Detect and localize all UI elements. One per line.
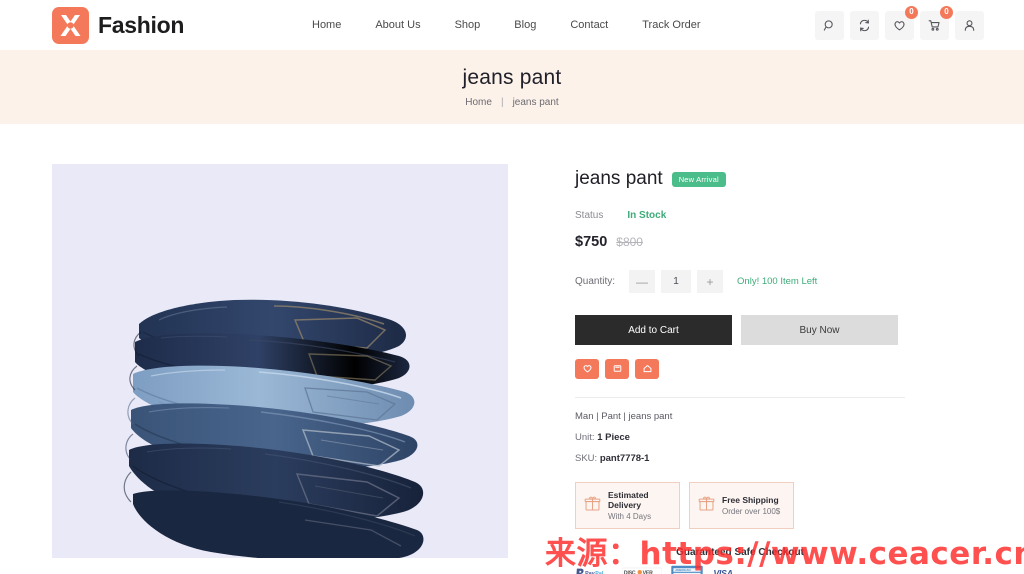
stock-left-note: Only! 100 Item Left [737, 276, 818, 287]
breadcrumb: Home | jeans pant [465, 97, 558, 108]
product-title-row: jeans pant New Arrival [575, 168, 905, 190]
wishlist-count-badge: 0 [905, 5, 918, 19]
add-to-compare-button[interactable] [605, 359, 629, 379]
breadcrumb-current: jeans pant [512, 97, 559, 108]
current-price: $750 [575, 234, 608, 250]
product-status-row: Status In Stock [575, 210, 905, 221]
compare-button[interactable] [850, 10, 879, 40]
brand-name: Fashion [98, 11, 185, 38]
svg-text:DISC: DISC [624, 570, 636, 574]
page-title: jeans pant [462, 66, 562, 89]
promo-row: Estimated Delivery With 4 Days Free Ship… [575, 482, 905, 529]
amex-logo-icon: AMERICAN EXPRESS [671, 565, 703, 574]
quantity-row: Quantity: — + Only! 100 Item Left [575, 270, 905, 293]
add-to-cart-button[interactable]: Add to Cart [575, 315, 732, 345]
svg-text:AMERICAN: AMERICAN [675, 568, 690, 572]
quantity-label: Quantity: [575, 276, 616, 287]
estimated-delivery-title: Estimated Delivery [608, 490, 649, 510]
nav-item-about-us[interactable]: About Us [375, 19, 420, 31]
secondary-actions [575, 359, 905, 379]
product-unit-line: Unit: 1 Piece [575, 432, 905, 443]
product-info-panel: jeans pant New Arrival Status In Stock $… [575, 164, 905, 574]
cart-icon [928, 19, 941, 32]
product-price-row: $750 $800 [575, 234, 905, 250]
wishlist-heart-icon [582, 362, 593, 377]
nav-item-shop[interactable]: Shop [455, 19, 481, 31]
product-image-jeans-stack [123, 299, 424, 558]
add-to-wishlist-button[interactable] [575, 359, 599, 379]
logo-mark-icon [52, 6, 89, 44]
quantity-increment-button[interactable]: + [697, 270, 724, 293]
svg-text:VER: VER [643, 570, 653, 574]
unit-value: 1 Piece [597, 432, 630, 443]
product-image-gallery[interactable] [52, 164, 508, 558]
product-detail-main: jeans pant New Arrival Status In Stock $… [0, 124, 1024, 574]
search-icon [823, 19, 836, 32]
header-actions: 0 0 [815, 5, 984, 40]
svg-text:Pal: Pal [595, 570, 604, 574]
free-shipping-box: Free Shipping Order over 100$ [689, 482, 794, 529]
page-banner: jeans pant Home | jeans pant [0, 50, 1024, 124]
paypal-logo-icon: Pay Pal [575, 565, 613, 574]
nav-item-contact[interactable]: Contact [570, 19, 608, 31]
search-button[interactable] [815, 10, 844, 40]
buy-now-button[interactable]: Buy Now [741, 315, 898, 345]
visa-logo-icon: VISA [712, 565, 746, 574]
sku-value: pant7778-1 [599, 453, 650, 464]
svg-text:VISA: VISA [713, 568, 732, 574]
unit-label: Unit: [575, 432, 595, 443]
compare-icon [612, 362, 623, 377]
heart-icon [893, 19, 906, 32]
status-value: In Stock [627, 210, 667, 221]
original-price: $800 [616, 235, 643, 249]
info-divider [575, 397, 905, 398]
new-arrival-badge: New Arrival [671, 171, 726, 187]
payment-logos: Pay Pal DISC VER AMERICAN EXP [575, 565, 905, 574]
brand-logo[interactable]: Fashion [52, 6, 185, 44]
gift-icon [698, 495, 715, 517]
share-icon [642, 362, 653, 377]
share-product-button[interactable] [635, 359, 659, 379]
quantity-input[interactable] [661, 270, 692, 293]
status-label: Status [575, 210, 604, 221]
product-sku-line: SKU: pant7778-1 [575, 453, 905, 464]
account-button[interactable] [955, 10, 984, 40]
free-shipping-sub: Order over 100$ [722, 507, 781, 516]
estimated-delivery-box: Estimated Delivery With 4 Days [575, 482, 680, 529]
breadcrumb-separator: | [500, 97, 504, 108]
quantity-stepper: — + [629, 270, 724, 293]
free-shipping-title: Free Shipping [722, 495, 779, 505]
main-nav: Home About Us Shop Blog Contact Track Or… [312, 19, 701, 31]
product-title: jeans pant [575, 168, 663, 189]
safe-checkout-title: Guaranteed Safe Checkout [676, 547, 804, 558]
wishlist-button[interactable]: 0 [885, 5, 918, 40]
user-icon [963, 19, 976, 32]
quantity-decrement-button[interactable]: — [629, 270, 656, 293]
discover-logo-icon: DISC VER [622, 565, 662, 574]
nav-item-home[interactable]: Home [312, 19, 341, 31]
sku-label: SKU: [575, 453, 598, 464]
compare-icon [858, 19, 871, 32]
gift-icon [584, 495, 601, 517]
cart-button[interactable]: 0 [920, 5, 953, 40]
nav-item-blog[interactable]: Blog [514, 19, 536, 31]
product-category-path: Man | Pant | jeans pant [575, 411, 673, 422]
svg-text:Pay: Pay [585, 570, 595, 574]
breadcrumb-home[interactable]: Home [465, 97, 492, 108]
nav-item-track-order[interactable]: Track Order [642, 19, 700, 31]
site-header: Fashion Home About Us Shop Blog Contact … [0, 0, 1024, 50]
estimated-delivery-sub: With 4 Days [608, 512, 652, 521]
cart-count-badge: 0 [940, 5, 953, 19]
cta-row: Add to Cart Buy Now [575, 315, 905, 345]
